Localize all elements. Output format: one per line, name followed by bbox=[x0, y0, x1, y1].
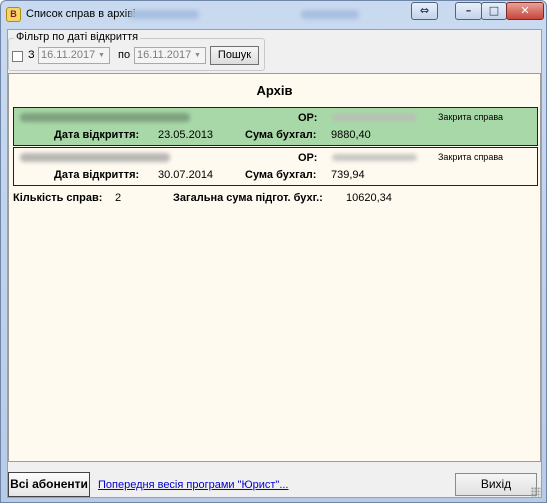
blurred-op-value bbox=[332, 154, 417, 161]
resize-grip-icon[interactable] bbox=[531, 487, 541, 497]
filter-enable-checkbox[interactable] bbox=[12, 51, 23, 62]
sum-value: 9880,40 bbox=[331, 129, 371, 141]
archive-panel: Архів ОР: Закрита справа Дата відкриття:… bbox=[8, 73, 541, 462]
archive-window: В Список справ в архіві ⇔ – □ ✕ Фільтр п… bbox=[0, 0, 547, 503]
from-label: З bbox=[28, 49, 35, 61]
client-area: Фільтр по даті відкриття З 16.11.2017 ▼ … bbox=[7, 29, 542, 498]
close-button[interactable]: ✕ bbox=[506, 2, 544, 20]
to-label: по bbox=[118, 49, 131, 61]
exit-button[interactable]: Вихід bbox=[455, 473, 537, 496]
case-status: Закрита справа bbox=[438, 112, 504, 122]
date-filter-group: Фільтр по даті відкриття З 16.11.2017 ▼ … bbox=[8, 31, 265, 71]
blurred-client-name bbox=[20, 153, 170, 162]
chevron-down-icon[interactable]: ▼ bbox=[96, 49, 107, 62]
sum-label: Сума бухгал: bbox=[245, 169, 317, 181]
maximize-icon: □ bbox=[488, 4, 500, 17]
blurred-op-value bbox=[332, 114, 417, 121]
from-date-value: 16.11.2017 bbox=[41, 49, 96, 61]
close-icon: ✕ bbox=[520, 4, 530, 17]
op-label: ОР: bbox=[298, 152, 318, 164]
chevron-down-icon[interactable]: ▼ bbox=[192, 49, 203, 62]
to-date-value: 16.11.2017 bbox=[137, 49, 192, 61]
window-title: Список справ в архіві bbox=[26, 8, 136, 20]
swap-button[interactable]: ⇔ bbox=[411, 2, 438, 20]
case-count-label: Кількість справ: bbox=[13, 192, 103, 204]
total-sum-label: Загальна сума підгот. бухг.: bbox=[173, 192, 323, 204]
sum-label: Сума бухгал: bbox=[245, 129, 317, 141]
sum-value: 739,94 bbox=[331, 169, 365, 181]
minimize-icon: – bbox=[465, 4, 472, 17]
total-sum-value: 10620,34 bbox=[346, 192, 392, 204]
op-label: ОР: bbox=[298, 112, 318, 124]
previous-version-link[interactable]: Попередня весія програми "Юрист"... bbox=[98, 479, 289, 491]
swap-icon: ⇔ bbox=[419, 4, 430, 17]
case-status: Закрита справа bbox=[438, 152, 504, 162]
filter-legend: Фільтр по даті відкриття bbox=[14, 31, 141, 43]
to-date-picker[interactable]: 16.11.2017 ▼ bbox=[134, 47, 206, 64]
minimize-button[interactable]: – bbox=[455, 2, 482, 20]
case-row[interactable]: ОР: Закрита справа Дата відкриття: 30.07… bbox=[13, 147, 538, 186]
case-row[interactable]: ОР: Закрита справа Дата відкриття: 23.05… bbox=[13, 107, 538, 146]
maximize-button[interactable]: □ bbox=[481, 2, 507, 20]
all-subscribers-button[interactable]: Всі абоненти bbox=[8, 472, 90, 497]
archive-title: Архів bbox=[256, 83, 293, 98]
open-date-label: Дата відкриття: bbox=[54, 169, 140, 181]
blurred-title-extra bbox=[129, 10, 199, 19]
case-count-value: 2 bbox=[115, 192, 122, 204]
open-date-value: 23.05.2013 bbox=[158, 129, 214, 141]
blurred-title-extra bbox=[301, 10, 359, 19]
open-date-value: 30.07.2014 bbox=[158, 169, 214, 181]
from-date-picker[interactable]: 16.11.2017 ▼ bbox=[38, 47, 110, 64]
blurred-client-name bbox=[20, 113, 190, 122]
open-date-label: Дата відкриття: bbox=[54, 129, 140, 141]
app-icon: В bbox=[6, 7, 21, 22]
title-bar[interactable]: В Список справ в архіві ⇔ – □ ✕ bbox=[1, 1, 546, 29]
search-button[interactable]: Пошук bbox=[210, 46, 259, 65]
